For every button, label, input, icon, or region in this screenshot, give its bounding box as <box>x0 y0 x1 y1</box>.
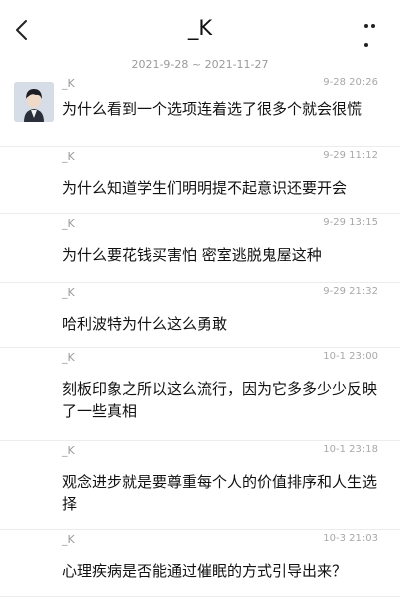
top-bar: _K <box>0 0 400 60</box>
list-item[interactable]: _K 9-28 20:26 为什么看到一个选项连着选了很多个就会很慌 <box>0 74 400 147</box>
timestamp: 9-29 21:32 <box>323 286 378 297</box>
message-text: 刻板印象之所以这么流行，因为它多多少少反映了一些真相 <box>62 380 378 420</box>
timestamp: 9-29 11:12 <box>323 150 378 161</box>
list-item[interactable]: _K 9-29 21:32 哈利波特为什么这么勇敢 <box>0 283 400 348</box>
sender-name: _K <box>62 533 75 546</box>
sender-name: _K <box>62 351 75 364</box>
more-options-icon[interactable] <box>364 24 384 47</box>
sender-name: _K <box>62 217 75 230</box>
list-item[interactable]: _K 10-1 23:00 刻板印象之所以这么流行，因为它多多少少反映了一些真相 <box>0 348 400 441</box>
list-item[interactable]: _K 9-29 11:12 为什么知道学生们明明提不起意识还要开会 <box>0 147 400 214</box>
message-list: _K 9-28 20:26 为什么看到一个选项连着选了很多个就会很慌 _K 9-… <box>0 74 400 597</box>
message-text: 为什么知道学生们明明提不起意识还要开会 <box>62 179 348 197</box>
list-item[interactable]: _K 10-1 23:18 观念进步就是要尊重每个人的价值排序和人生选择 <box>0 441 400 530</box>
list-item[interactable]: _K 10-3 21:03 心理疾病是否能通过催眠的方式引导出来？ <box>0 530 400 597</box>
message-text: 心理疾病是否能通过催眠的方式引导出来？ <box>62 562 348 580</box>
timestamp: 10-1 23:00 <box>323 351 378 362</box>
sender-name: _K <box>62 77 75 90</box>
avatar[interactable] <box>14 82 54 122</box>
message-text: 为什么要花钱买害怕 密室逃脱鬼屋这种 <box>62 246 322 264</box>
page-title: _K <box>187 16 213 40</box>
sender-name: _K <box>62 286 75 299</box>
sender-name: _K <box>62 444 75 457</box>
sender-name: _K <box>62 150 75 163</box>
timestamp: 9-29 13:15 <box>323 217 378 228</box>
message-text: 哈利波特为什么这么勇敢 <box>62 315 228 333</box>
timestamp: 10-3 21:03 <box>323 533 378 544</box>
timestamp: 9-28 20:26 <box>323 77 378 88</box>
list-item[interactable]: _K 9-29 13:15 为什么要花钱买害怕 密室逃脱鬼屋这种 <box>0 214 400 283</box>
message-text: 为什么看到一个选项连着选了很多个就会很慌 <box>62 100 363 118</box>
timestamp: 10-1 23:18 <box>323 444 378 455</box>
message-text: 观念进步就是要尊重每个人的价值排序和人生选择 <box>62 473 378 513</box>
